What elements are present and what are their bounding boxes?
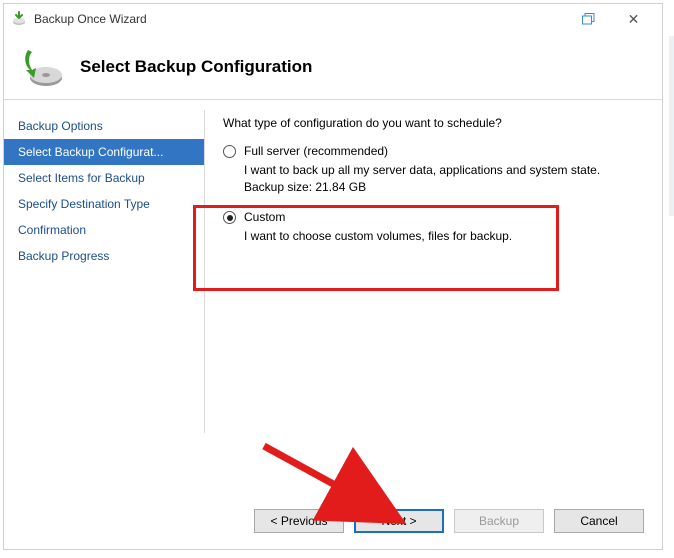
sidebar-item-select-backup-configuration[interactable]: Select Backup Configurat... <box>4 139 204 165</box>
radio-full-server[interactable] <box>223 145 236 158</box>
option-full-server-size: Backup size: 21.84 GB <box>244 179 642 196</box>
wizard-content: What type of configuration do you want t… <box>205 100 662 493</box>
backup-button: Backup <box>454 509 544 533</box>
previous-button[interactable]: < Previous <box>254 509 344 533</box>
option-full-server-desc: I want to back up all my server data, ap… <box>244 162 642 179</box>
next-button[interactable]: Next > <box>354 509 444 533</box>
window-title: Backup Once Wizard <box>34 12 566 26</box>
wizard-footer: < Previous Next > Backup Cancel <box>4 493 662 549</box>
app-icon <box>10 10 28 28</box>
option-custom[interactable]: Custom <box>223 210 642 224</box>
wizard-body: Backup Options Select Backup Configurat.… <box>4 100 662 493</box>
sidebar-item-confirmation[interactable]: Confirmation <box>4 217 204 243</box>
page-title: Select Backup Configuration <box>80 57 312 77</box>
titlebar: Backup Once Wizard ✕ <box>4 4 662 34</box>
wizard-window: Backup Once Wizard ✕ Select Backup Confi… <box>3 3 663 550</box>
option-custom-desc: I want to choose custom volumes, files f… <box>244 228 642 245</box>
option-custom-title: Custom <box>244 210 285 224</box>
sidebar-item-select-items-for-backup[interactable]: Select Items for Backup <box>4 165 204 191</box>
screenshot-edge-artifact <box>669 36 674 216</box>
backup-disc-icon <box>18 44 64 90</box>
sidebar-item-specify-destination-type[interactable]: Specify Destination Type <box>4 191 204 217</box>
sidebar-item-backup-progress[interactable]: Backup Progress <box>4 243 204 269</box>
prompt-text: What type of configuration do you want t… <box>223 116 642 130</box>
close-icon[interactable]: ✕ <box>611 5 656 33</box>
restore-icon[interactable] <box>566 5 611 33</box>
option-full-server[interactable]: Full server (recommended) <box>223 144 642 158</box>
sidebar-item-backup-options[interactable]: Backup Options <box>4 113 204 139</box>
wizard-header: Select Backup Configuration <box>4 34 662 100</box>
option-full-server-title: Full server (recommended) <box>244 144 388 158</box>
radio-custom[interactable] <box>223 211 236 224</box>
cancel-button[interactable]: Cancel <box>554 509 644 533</box>
wizard-steps-sidebar: Backup Options Select Backup Configurat.… <box>4 100 204 493</box>
